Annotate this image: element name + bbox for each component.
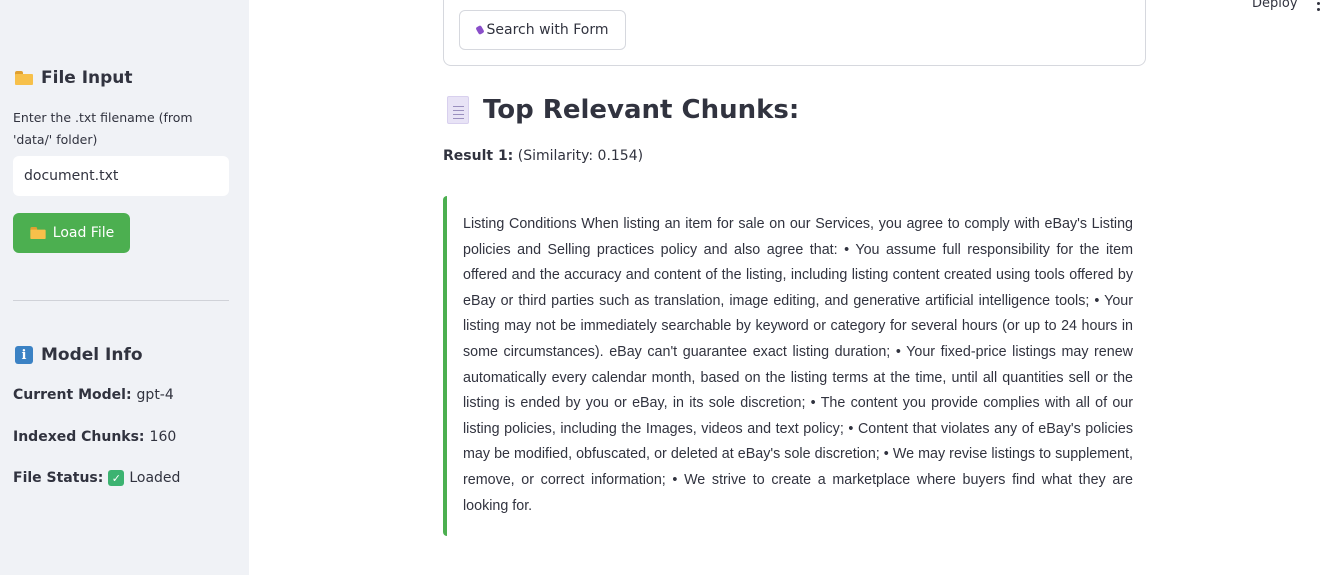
- file-input-heading: File Input: [15, 68, 133, 88]
- search-with-form-button[interactable]: Search with Form: [459, 10, 626, 50]
- result-header: Result 1: (Similarity: 0.154): [443, 148, 643, 164]
- top-chunks-heading: Top Relevant Chunks:: [447, 95, 799, 125]
- deploy-button[interactable]: Deploy: [1252, 0, 1298, 11]
- current-model-label: Current Model:: [13, 387, 132, 403]
- checkmark-icon: ✓: [108, 470, 125, 486]
- result-label: Result 1:: [443, 148, 514, 164]
- result-chunk-text: Listing Conditions When listing an item …: [463, 216, 1133, 514]
- filename-field-label: Enter the .txt filename (from 'data/' fo…: [13, 110, 193, 147]
- indexed-chunks-value: 160: [149, 429, 177, 445]
- result-chunk-block: Listing Conditions When listing an item …: [443, 196, 1133, 536]
- page-title: Top Relevant Chunks:: [483, 95, 800, 125]
- indexed-chunks-row: Indexed Chunks: 160: [13, 429, 176, 445]
- load-file-button-label: Load File: [52, 225, 115, 241]
- current-model-value: gpt-4: [136, 387, 174, 403]
- load-file-button[interactable]: Load File: [13, 213, 130, 253]
- search-with-form-label: Search with Form: [486, 22, 609, 38]
- folder-icon: [15, 71, 33, 85]
- file-status-value: Loaded: [129, 470, 181, 486]
- more-vertical-icon[interactable]: [1313, 0, 1325, 12]
- folder-icon: [30, 227, 46, 239]
- file-status-row: File Status: ✓ Loaded: [13, 470, 180, 486]
- document-icon: [447, 96, 469, 124]
- sidebar: File Input Enter the .txt filename (from…: [0, 0, 249, 575]
- search-icon: [474, 25, 485, 35]
- file-status-label: File Status:: [13, 470, 104, 486]
- file-input-heading-text: File Input: [41, 68, 133, 88]
- model-info-heading-text: Model Info: [41, 345, 143, 365]
- sidebar-divider: [13, 300, 229, 301]
- result-similarity: (Similarity: 0.154): [517, 148, 644, 164]
- indexed-chunks-label: Indexed Chunks:: [13, 429, 145, 445]
- filename-input-value: document.txt: [24, 168, 119, 184]
- current-model-row: Current Model: gpt-4: [13, 387, 174, 403]
- info-icon: i: [15, 346, 33, 364]
- model-info-heading: i Model Info: [15, 345, 143, 365]
- filename-input[interactable]: document.txt: [13, 156, 229, 196]
